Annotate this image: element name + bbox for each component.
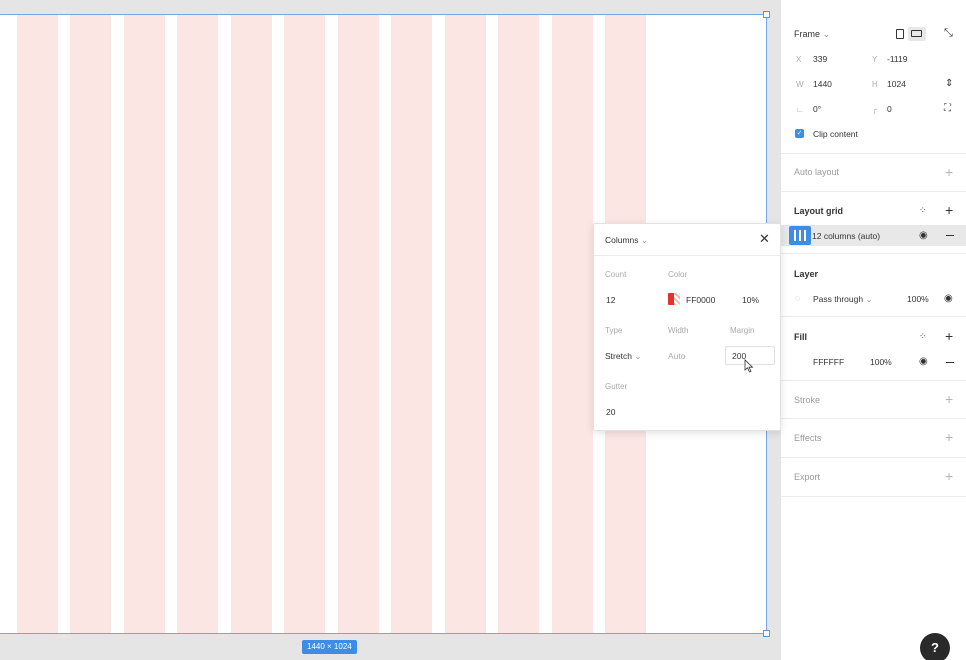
grid-column: [445, 15, 486, 633]
gutter-label: Gutter: [605, 382, 628, 391]
blend-mode-icon: ◌: [795, 293, 801, 303]
mouse-pointer-icon: [744, 359, 754, 373]
column-width-input[interactable]: Auto: [668, 351, 686, 361]
stroke-title: Stroke: [794, 395, 821, 405]
corner-radius-icon: ╭: [872, 105, 877, 114]
columns-grid-icon[interactable]: [789, 226, 811, 245]
effects-section: Effects +: [781, 419, 966, 458]
gutter-input[interactable]: 20: [606, 407, 615, 417]
auto-layout-section: Auto layout +: [781, 154, 966, 192]
frame-section: Frame ⌄ ⤡ X 339 Y -1119 W 1440 H 1024 ⇕ …: [781, 0, 966, 154]
width-label: Width: [668, 326, 689, 335]
rotation-input[interactable]: 0°: [813, 104, 821, 114]
grid-column: [177, 15, 218, 633]
grid-styles-icon[interactable]: ⁘: [919, 205, 927, 216]
x-label: X: [796, 55, 802, 64]
grid-column: [231, 15, 272, 633]
color-swatch[interactable]: [668, 293, 680, 305]
clip-content-checkbox[interactable]: ✓: [795, 129, 804, 138]
stroke-section: Stroke +: [781, 381, 966, 419]
type-label: Type: [605, 326, 623, 335]
clip-content-label: Clip content: [813, 129, 858, 139]
grid-column: [338, 15, 379, 633]
landscape-icon: [911, 30, 922, 37]
remove-layout-grid-icon[interactable]: [946, 235, 954, 236]
independent-corners-icon[interactable]: ⛶: [944, 103, 951, 114]
count-input[interactable]: 12: [606, 295, 615, 305]
grid-column: [552, 15, 593, 633]
color-label: Color: [668, 270, 688, 279]
grid-column: [284, 15, 325, 633]
layer-section: Layer ◌ Pass through ⌄ 100% ◉: [781, 254, 966, 317]
fill-title: Fill: [794, 332, 807, 342]
margin-label: Margin: [730, 326, 755, 335]
blend-mode-dropdown[interactable]: Pass through ⌄: [813, 294, 873, 305]
frame-type-dropdown[interactable]: Frame ⌄: [794, 29, 830, 40]
auto-layout-title: Auto layout: [794, 167, 840, 177]
resize-handle-top-right[interactable]: [763, 11, 770, 18]
portrait-icon[interactable]: [896, 29, 904, 39]
fill-styles-icon[interactable]: ⁘: [919, 331, 927, 342]
layer-title: Layer: [794, 269, 819, 279]
add-auto-layout-icon[interactable]: +: [945, 165, 953, 179]
y-label: Y: [872, 55, 878, 64]
popover-header: Columns ⌄ ✕: [594, 224, 780, 256]
grid-column: [391, 15, 432, 633]
help-button[interactable]: ?: [920, 633, 950, 660]
h-label: H: [872, 80, 878, 89]
layout-grid-item[interactable]: 12 columns (auto) ◉: [781, 225, 966, 246]
add-layout-grid-icon[interactable]: +: [945, 203, 953, 217]
layout-grid-settings-popover: Columns ⌄ ✕ Count 12 Color FF0000 10% Ty…: [593, 223, 781, 431]
height-input[interactable]: 1024: [887, 79, 906, 89]
fill-visibility-eye-icon[interactable]: ◉: [919, 356, 928, 367]
add-effect-icon[interactable]: +: [945, 430, 953, 444]
corner-radius-input[interactable]: 0: [887, 104, 892, 114]
rotation-icon: ∟: [796, 105, 804, 114]
resize-to-fit-icon[interactable]: ⤡: [944, 28, 953, 39]
layout-grid-item-label: 12 columns (auto): [812, 231, 881, 241]
landscape-button[interactable]: [908, 27, 926, 41]
export-section: Export +: [781, 458, 966, 497]
close-icon[interactable]: ✕: [759, 232, 770, 245]
w-label: W: [796, 80, 804, 89]
properties-panel: Frame ⌄ ⤡ X 339 Y -1119 W 1440 H 1024 ⇕ …: [780, 0, 966, 660]
count-label: Count: [605, 270, 627, 279]
color-opacity-input[interactable]: 10%: [742, 295, 759, 305]
constrain-proportions-icon[interactable]: ⇕: [945, 78, 953, 89]
type-dropdown[interactable]: Stretch ⌄: [605, 351, 641, 362]
export-title: Export: [794, 472, 821, 482]
frame-size-badge: 1440 × 1024: [302, 640, 357, 654]
grid-column: [17, 15, 58, 633]
eye-icon[interactable]: ◉: [919, 230, 928, 241]
resize-handle-bottom-right[interactable]: [763, 630, 770, 637]
y-input[interactable]: -1119: [887, 54, 907, 64]
grid-type-dropdown[interactable]: Columns ⌄: [605, 235, 648, 246]
grid-column: [70, 15, 111, 633]
color-hex-input[interactable]: FF0000: [686, 295, 715, 305]
width-input[interactable]: 1440: [813, 79, 832, 89]
fill-opacity-input[interactable]: 100%: [870, 357, 892, 367]
remove-fill-icon[interactable]: [946, 362, 954, 363]
layer-opacity-input[interactable]: 100%: [907, 294, 929, 304]
fill-hex-input[interactable]: FFFFFF: [813, 357, 844, 367]
fill-section: Fill ⁘ + FFFFFF 100% ◉: [781, 317, 966, 381]
layer-visibility-eye-icon[interactable]: ◉: [944, 293, 953, 304]
add-stroke-icon[interactable]: +: [945, 392, 953, 406]
add-fill-icon[interactable]: +: [945, 329, 953, 343]
grid-column: [124, 15, 165, 633]
effects-title: Effects: [794, 433, 822, 443]
add-export-icon[interactable]: +: [945, 469, 953, 483]
x-input[interactable]: 339: [813, 54, 827, 64]
layout-grid-title: Layout grid: [794, 206, 843, 216]
grid-column: [498, 15, 539, 633]
